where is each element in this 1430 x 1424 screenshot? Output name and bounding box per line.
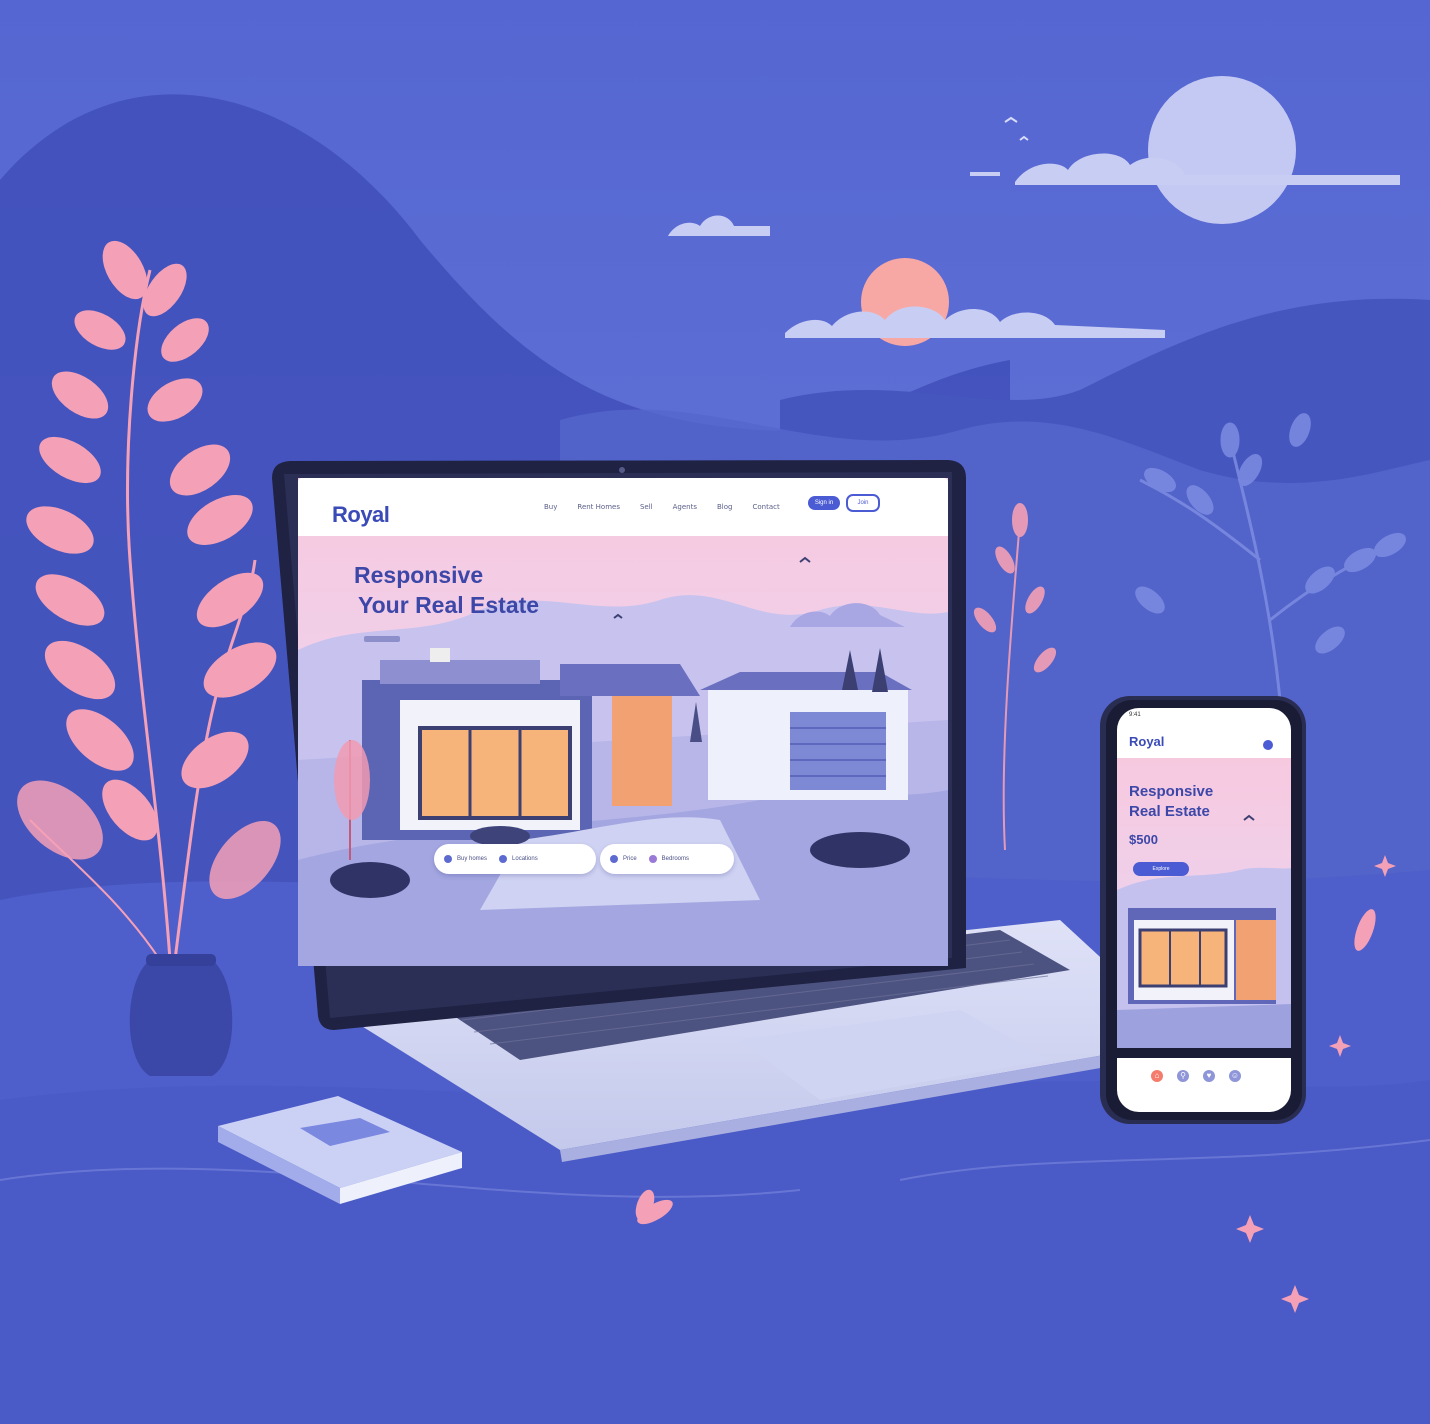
search-option-price[interactable]: Price (610, 855, 637, 863)
site-nav-links: Buy Rent Homes Sell Agents Blog Contact (544, 503, 780, 511)
profile-icon[interactable]: ☺ (1229, 1070, 1241, 1082)
phone-hero-title-line1: Responsive (1129, 783, 1214, 800)
vase (129, 954, 233, 1076)
hero-title-line2: Your Real Estate (358, 592, 540, 618)
hero-title-line1: Responsive (354, 562, 484, 588)
site-header: Royal Buy Rent Homes Sell Agents Blog Co… (298, 478, 948, 536)
search-bar-left[interactable]: Buy homes Locations (434, 844, 596, 874)
nav-link-sell[interactable]: Sell (640, 503, 653, 511)
laptop-website: Royal Buy Rent Homes Sell Agents Blog Co… (298, 478, 948, 966)
home-icon (444, 855, 452, 863)
bed-icon (648, 855, 657, 863)
menu-icon[interactable] (1263, 740, 1273, 750)
location-icon (499, 855, 508, 863)
hero-subtitle-bar (364, 636, 400, 642)
nav-link-buy[interactable]: Buy (544, 503, 557, 511)
join-button[interactable]: Join (846, 494, 880, 512)
nav-link-blog[interactable]: Blog (717, 503, 732, 511)
search-icon[interactable]: ⚲ (1177, 1070, 1189, 1082)
phone-hero-title-line2: Real Estate (1129, 803, 1210, 820)
heart-icon[interactable]: ♥ (1203, 1070, 1215, 1082)
phone-header (1117, 708, 1291, 758)
sign-in-button[interactable]: Sign in (808, 496, 840, 510)
search-option-buy[interactable]: Buy homes (444, 855, 487, 863)
phone-cta-button[interactable]: Explore (1133, 862, 1189, 876)
search-option-bedrooms[interactable]: Bedrooms (648, 855, 689, 863)
search-bar-right[interactable]: Price Bedrooms (600, 844, 734, 874)
moon (1148, 76, 1296, 224)
status-time: 9:41 (1129, 712, 1141, 718)
site-logo[interactable]: Royal (332, 502, 390, 528)
search-option-location[interactable]: Locations (499, 855, 538, 863)
nav-link-contact[interactable]: Contact (752, 503, 779, 511)
nav-link-agents[interactable]: Agents (673, 503, 697, 511)
home-icon[interactable]: ⌂ (1151, 1070, 1163, 1082)
phone-hero-title: Responsive Real Estate (1129, 782, 1213, 822)
price-icon (610, 855, 618, 863)
phone-bottom-nav: ⌂ ⚲ ♥ ☺ (1117, 1058, 1291, 1112)
phone-price: $500 (1129, 832, 1158, 847)
nav-link-rent[interactable]: Rent Homes (577, 503, 620, 511)
phone-logo[interactable]: Royal (1129, 734, 1164, 749)
phone-website: 9:41 Royal Responsive Real Estate $500 E… (1117, 708, 1291, 1112)
hero-title: Responsive Your Real Estate (354, 560, 539, 620)
